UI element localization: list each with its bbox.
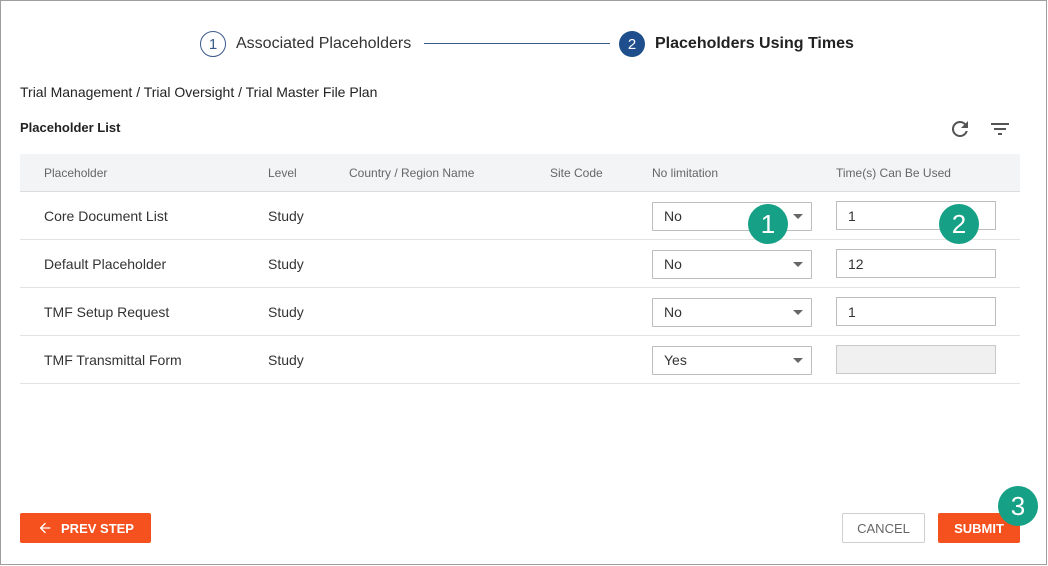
- select-value: No: [664, 256, 682, 272]
- stepper: 1 Associated Placeholders 2 Placeholders…: [0, 30, 1048, 58]
- header-level[interactable]: Level: [268, 154, 297, 192]
- step-label: Placeholders Using Times: [655, 35, 854, 52]
- step-number: 1: [200, 31, 226, 57]
- cell-placeholder: TMF Transmittal Form: [44, 352, 182, 368]
- times-input[interactable]: [836, 297, 996, 326]
- select-value: No: [664, 304, 682, 320]
- cell-level: Study: [268, 304, 304, 320]
- cell-placeholder: Default Placeholder: [44, 256, 167, 272]
- chevron-down-icon: [793, 262, 803, 267]
- cell-level: Study: [268, 256, 304, 272]
- cell-placeholder: Core Document List: [44, 208, 168, 224]
- header-placeholder[interactable]: Placeholder: [44, 154, 107, 192]
- filter-icon[interactable]: [988, 117, 1012, 141]
- step-number: 2: [619, 31, 645, 57]
- cell-level: Study: [268, 208, 304, 224]
- table-row: Default Placeholder Study No: [20, 240, 1020, 288]
- table-row: Core Document List Study No: [20, 192, 1020, 240]
- select-value: No: [664, 208, 682, 224]
- breadcrumb: Trial Management / Trial Oversight / Tri…: [20, 84, 378, 100]
- header-no-limitation[interactable]: No limitation: [652, 154, 718, 192]
- header-country-region[interactable]: Country / Region Name: [349, 154, 474, 192]
- chevron-down-icon: [793, 358, 803, 363]
- prev-step-label: PREV STEP: [61, 520, 134, 536]
- callout-badge-2: 2: [939, 204, 979, 244]
- cell-placeholder: TMF Setup Request: [44, 304, 170, 320]
- no-limitation-select[interactable]: No: [652, 298, 812, 327]
- step-associated-placeholders[interactable]: 1 Associated Placeholders: [200, 30, 411, 58]
- step-placeholders-using-times[interactable]: 2 Placeholders Using Times: [619, 30, 854, 58]
- cancel-button[interactable]: CANCEL: [842, 513, 925, 543]
- prev-step-button[interactable]: PREV STEP: [20, 513, 151, 543]
- select-value: Yes: [664, 352, 687, 368]
- refresh-icon[interactable]: [948, 117, 972, 141]
- placeholder-list-title: Placeholder List: [20, 120, 121, 135]
- arrow-left-icon: [37, 520, 53, 536]
- table-row: TMF Setup Request Study No: [20, 288, 1020, 336]
- callout-badge-3: 3: [998, 486, 1038, 526]
- chevron-down-icon: [793, 310, 803, 315]
- step-label: Associated Placeholders: [236, 35, 412, 52]
- no-limitation-select[interactable]: Yes: [652, 346, 812, 375]
- chevron-down-icon: [793, 214, 803, 219]
- callout-badge-1: 1: [748, 204, 788, 244]
- table-header: Placeholder Level Country / Region Name …: [20, 154, 1020, 192]
- no-limitation-select[interactable]: No: [652, 202, 812, 231]
- header-times-can-be-used[interactable]: Time(s) Can Be Used: [836, 154, 951, 192]
- step-connector: [424, 43, 610, 44]
- cell-level: Study: [268, 352, 304, 368]
- no-limitation-select[interactable]: No: [652, 250, 812, 279]
- header-site-code[interactable]: Site Code: [550, 154, 603, 192]
- times-input-disabled: [836, 345, 996, 374]
- table-row: TMF Transmittal Form Study Yes: [20, 336, 1020, 384]
- placeholder-table: Placeholder Level Country / Region Name …: [20, 154, 1020, 384]
- times-input[interactable]: [836, 249, 996, 278]
